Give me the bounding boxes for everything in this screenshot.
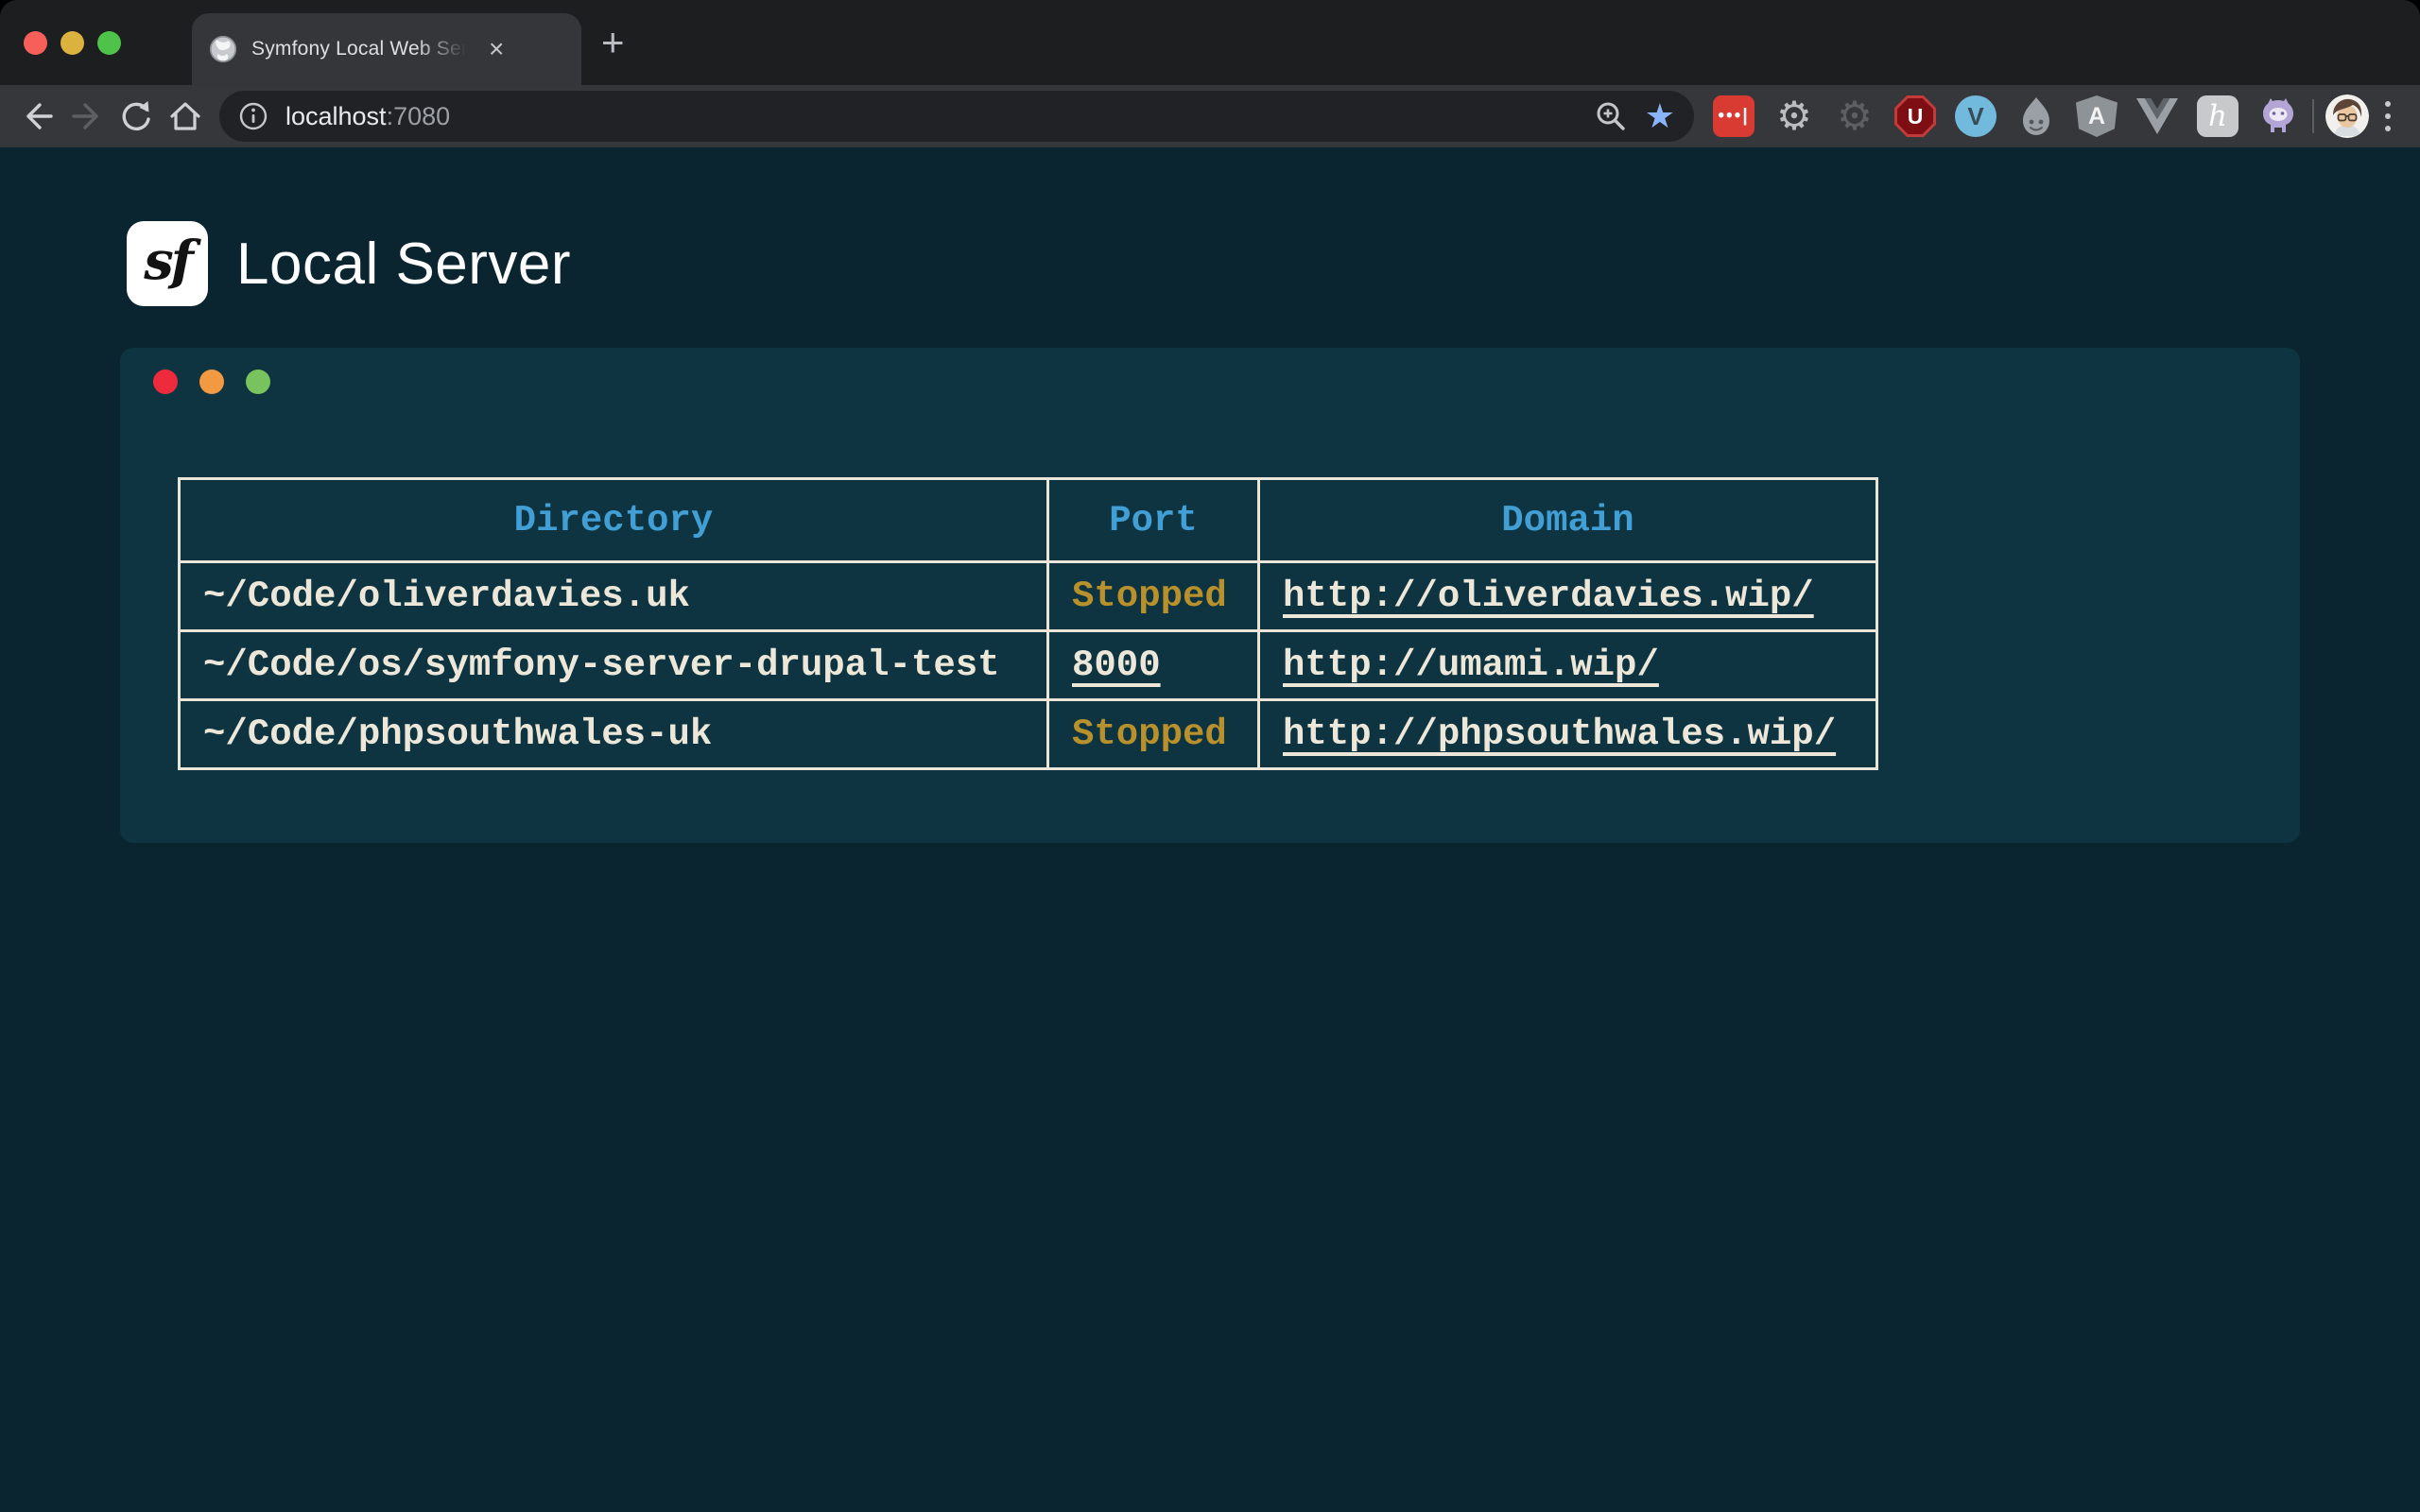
honey-extension-icon[interactable]: h [2195,94,2240,139]
new-tab-button[interactable]: + [601,0,625,85]
domain-link[interactable]: http://phpsouthwales.wip/ [1283,713,1836,755]
reload-icon[interactable] [112,92,161,141]
browser-tab[interactable]: Symfony Local Web Server: Prox × [192,13,581,85]
directory-cell: ~/Code/phpsouthwales-uk [180,700,1048,769]
servers-table: Directory Port Domain ~/Code/oliverdavie… [178,477,1878,770]
drupal-extension-icon[interactable] [2014,94,2059,139]
window-close-button[interactable] [24,31,47,55]
port-link[interactable]: 8000 [1072,644,1161,686]
tab-title: Symfony Local Web Server: Prox [251,38,471,60]
gear-dim-extension-icon[interactable]: ⚙ [1832,94,1877,139]
zoom-icon[interactable] [1594,99,1628,133]
address-bar[interactable]: localhost:7080 ★ [219,91,1694,142]
github-octocat-extension-icon[interactable] [2256,94,2301,139]
panel-dot-red [153,369,178,394]
page-content: sf Local Server Directory Port Domain [0,147,2420,1512]
page-title: Local Server [236,231,571,298]
tab-close-icon[interactable]: × [485,36,508,62]
domain-cell: http://phpsouthwales.wip/ [1259,700,1877,769]
browser-menu-icon[interactable] [2369,94,2407,139]
column-header-domain: Domain [1259,479,1877,562]
domain-link[interactable]: http://oliverdavies.wip/ [1283,576,1814,617]
toolbar-separator [2312,99,2314,133]
table-row: ~/Code/oliverdavies.uk Stopped http://ol… [180,562,1877,631]
url-port: :7080 [387,102,451,130]
brand-header: sf Local Server [0,147,2420,306]
port-cell: 8000 [1048,631,1259,700]
port-status: Stopped [1072,576,1227,617]
bookmark-star-icon[interactable]: ★ [1645,99,1675,133]
port-cell: Stopped [1048,700,1259,769]
forward-icon[interactable] [62,92,112,141]
table-row: ~/Code/os/symfony-server-drupal-test 800… [180,631,1877,700]
gear-extension-icon[interactable]: ⚙ [1772,94,1817,139]
domain-cell: http://oliverdavies.wip/ [1259,562,1877,631]
globe-favicon-icon [209,35,237,63]
tab-title-wrap: Symfony Local Web Server: Prox [251,38,471,60]
url-host: localhost [285,102,387,130]
directory-cell: ~/Code/os/symfony-server-drupal-test [180,631,1048,700]
panel-dot-orange [199,369,224,394]
port-cell: Stopped [1048,562,1259,631]
panel-dot-green [246,369,270,394]
browser-toolbar: localhost:7080 ★ •••| ⚙ ⚙ [0,85,2420,147]
table-header-row: Directory Port Domain [180,479,1877,562]
symfony-logo: sf [127,221,208,306]
window-zoom-button[interactable] [97,31,121,55]
directory-cell: ~/Code/oliverdavies.uk [180,562,1048,631]
column-header-port: Port [1048,479,1259,562]
window-minimize-button[interactable] [60,31,84,55]
domain-link[interactable]: http://umami.wip/ [1283,644,1659,686]
table-row: ~/Code/phpsouthwales-uk Stopped http://p… [180,700,1877,769]
lastpass-extension-icon[interactable]: •••| [1711,94,1756,139]
home-icon[interactable] [161,92,210,141]
ublock-origin-extension-icon[interactable]: U [1893,94,1938,139]
symfony-sf-glyph: sf [144,230,191,298]
tab-strip: Symfony Local Web Server: Prox × + [0,0,2420,85]
server-panel: Directory Port Domain ~/Code/oliverdavie… [120,348,2300,843]
back-icon[interactable] [13,92,62,141]
port-status: Stopped [1072,713,1227,755]
profile-avatar[interactable] [2325,94,2369,138]
vimium-extension-icon[interactable]: V [1953,94,1998,139]
browser-window: Symfony Local Web Server: Prox × + [0,0,2420,1512]
vue-extension-icon[interactable] [2135,94,2180,139]
extension-icons: •••| ⚙ ⚙ U V A [1711,94,2301,139]
window-controls [24,0,121,85]
domain-cell: http://umami.wip/ [1259,631,1877,700]
url-text: localhost:7080 [285,102,450,131]
angular-extension-icon[interactable]: A [2074,94,2119,139]
column-header-directory: Directory [180,479,1048,562]
site-info-icon[interactable] [238,101,268,131]
panel-window-dots [153,369,2300,394]
